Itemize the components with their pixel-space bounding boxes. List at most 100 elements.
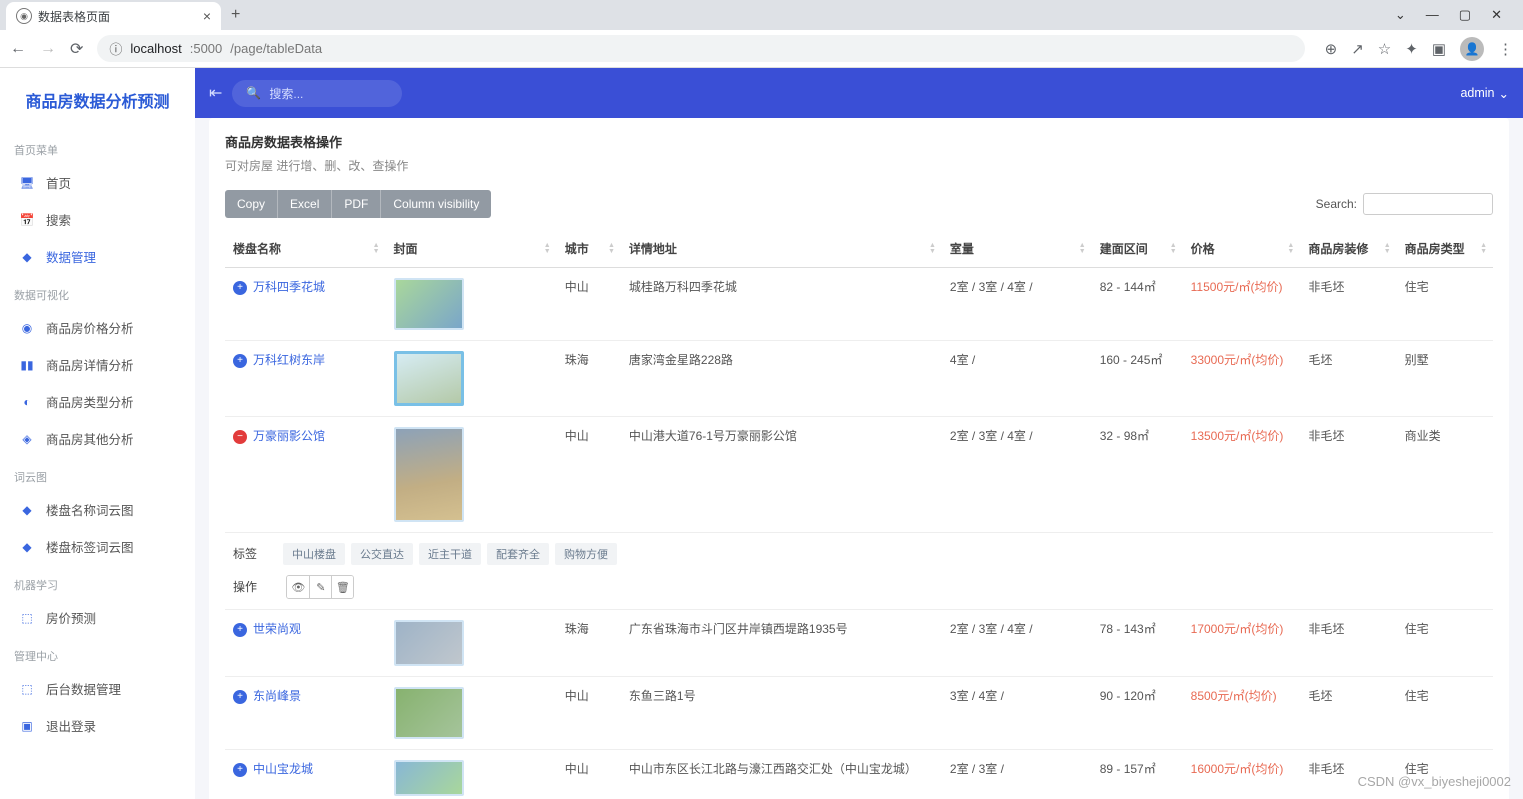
sidebar: 商品房数据分析预测 首页菜单🖥首页📅搜索◆数据管理数据可视化◉商品房价格分析▮▮…: [0, 68, 195, 799]
table-column-header[interactable]: 详情地址▲▼: [621, 230, 942, 268]
tab-bar: ◉ 数据表格页面 × + ⌄ — ▢ ✕: [0, 0, 1523, 30]
forward-button[interactable]: →: [40, 40, 56, 58]
reload-button[interactable]: ⟳: [70, 39, 83, 59]
sidebar-item[interactable]: ◉商品房价格分析: [0, 309, 195, 346]
property-thumbnail: [394, 620, 464, 666]
close-icon[interactable]: ×: [203, 8, 211, 24]
delete-button[interactable]: 🗑: [331, 576, 353, 598]
table-column-header[interactable]: 城市▲▼: [557, 230, 621, 268]
cell-address: 广东省珠海市斗门区井岸镇西堤路1935号: [621, 610, 942, 677]
sidebar-item[interactable]: ▮▮商品房详情分析: [0, 346, 195, 383]
new-tab-button[interactable]: +: [231, 6, 240, 24]
sidebar-item[interactable]: ◆ 楼盘标签词云图: [0, 528, 195, 565]
export-button[interactable]: Excel: [277, 190, 331, 218]
table-column-header[interactable]: 封面▲▼: [386, 230, 557, 268]
translate-icon[interactable]: ⊕: [1325, 40, 1338, 58]
search-input[interactable]: 🔍 搜索...: [232, 80, 402, 107]
export-button[interactable]: PDF: [331, 190, 380, 218]
tag-label: 标签: [233, 545, 283, 562]
cell-area: 89 - 157㎡: [1092, 750, 1183, 799]
property-name-link[interactable]: 中山宝龙城: [253, 762, 313, 776]
property-name-link[interactable]: 东尚峰景: [253, 689, 301, 703]
table-header-row: 楼盘名称▲▼封面▲▼城市▲▼详情地址▲▼室量▲▼建面区间▲▼价格▲▼商品房装修▲…: [225, 230, 1493, 268]
main: ⇤ 🔍 搜索... admin ⌄ 商品房数据表格操作 可对房屋 进行增、删、改…: [195, 68, 1523, 799]
action-label: 操作: [233, 578, 283, 595]
sidebar-item[interactable]: 🖥首页: [0, 164, 195, 201]
panel-icon[interactable]: ▣: [1432, 40, 1446, 58]
table-column-header[interactable]: 商品房装修▲▼: [1300, 230, 1396, 268]
export-button[interactable]: Copy: [225, 190, 277, 218]
expand-toggle[interactable]: +: [233, 623, 247, 637]
expand-toggle[interactable]: +: [233, 281, 247, 295]
extensions-icon[interactable]: ✦: [1405, 40, 1418, 58]
view-button[interactable]: 👁: [287, 576, 309, 598]
sidebar-section-label: 首页菜单: [0, 136, 195, 164]
property-name-link[interactable]: 世荣尚观: [253, 622, 301, 636]
edit-button[interactable]: ✎: [309, 576, 331, 598]
sidebar-item[interactable]: ◐商品房类型分析: [0, 383, 195, 420]
table-row: −万豪丽影公馆 中山 中山港大道76-1号万豪丽影公馆 2室 / 3室 / 4室…: [225, 417, 1493, 533]
minimize-icon[interactable]: —: [1426, 7, 1439, 23]
browser-tab[interactable]: ◉ 数据表格页面 ×: [6, 2, 221, 30]
cell-address: 中山港大道76-1号万豪丽影公馆: [621, 417, 942, 533]
property-tag[interactable]: 公交直达: [351, 543, 413, 565]
menu-icon[interactable]: ⋮: [1498, 40, 1513, 58]
table-column-header[interactable]: 室量▲▼: [942, 230, 1092, 268]
user-menu[interactable]: admin ⌄: [1460, 86, 1509, 101]
other-icon: ◈: [20, 432, 34, 446]
table-row: +东尚峰景 中山 东鱼三路1号 3室 / 4室 / 90 - 120㎡ 8500…: [225, 677, 1493, 750]
cloud-icon: ◆: [20, 540, 34, 554]
sidebar-item[interactable]: ▣退出登录: [0, 707, 195, 744]
property-tag[interactable]: 配套齐全: [487, 543, 549, 565]
sidebar-item[interactable]: ◆楼盘名称词云图: [0, 491, 195, 528]
sidebar-item[interactable]: ⬚房价预测: [0, 599, 195, 636]
brand-title: 商品房数据分析预测: [0, 82, 195, 130]
export-button[interactable]: Column visibility: [380, 190, 491, 218]
data-panel: 商品房数据表格操作 可对房屋 进行增、删、改、查操作 CopyExcelPDFC…: [209, 118, 1509, 799]
property-tag[interactable]: 中山楼盘: [283, 543, 345, 565]
home-icon: 🖥: [20, 176, 34, 190]
chevron-down-icon[interactable]: ⌄: [1395, 7, 1406, 23]
sort-icon: ▲▼: [1287, 243, 1294, 255]
cell-decoration: 毛坯: [1300, 341, 1396, 417]
expand-toggle[interactable]: +: [233, 763, 247, 777]
sidebar-item[interactable]: ◆数据管理: [0, 238, 195, 275]
profile-icon[interactable]: 👤: [1460, 37, 1484, 61]
cell-city: 中山: [557, 268, 621, 341]
bookmark-icon[interactable]: ☆: [1378, 40, 1391, 58]
sidebar-item[interactable]: ⬚后台数据管理: [0, 670, 195, 707]
sidebar-item[interactable]: ◈商品房其他分析: [0, 420, 195, 457]
window-controls: ⌄ — ▢ ✕: [1395, 7, 1517, 23]
cell-rooms: 2室 / 3室 / 4室 /: [942, 268, 1092, 341]
cell-type: 住宅: [1397, 677, 1493, 750]
property-tag[interactable]: 近主干道: [419, 543, 481, 565]
collapse-sidebar-button[interactable]: ⇤: [209, 83, 222, 103]
expand-toggle[interactable]: +: [233, 690, 247, 704]
cell-decoration: 非毛坯: [1300, 750, 1396, 799]
sidebar-item-label: 商品房价格分析: [46, 318, 134, 337]
share-icon[interactable]: ↗: [1351, 40, 1364, 58]
cell-city: 中山: [557, 677, 621, 750]
property-name-link[interactable]: 万科红树东岸: [253, 353, 325, 367]
expand-toggle[interactable]: −: [233, 430, 247, 444]
table-column-header[interactable]: 建面区间▲▼: [1092, 230, 1183, 268]
content-area: 商品房数据表格操作 可对房屋 进行增、删、改、查操作 CopyExcelPDFC…: [195, 118, 1523, 799]
sidebar-item[interactable]: 📅搜索: [0, 201, 195, 238]
table-column-header[interactable]: 楼盘名称▲▼: [225, 230, 386, 268]
property-name-link[interactable]: 万科四季花城: [253, 280, 325, 294]
close-window-icon[interactable]: ✕: [1491, 7, 1502, 23]
search-input-field[interactable]: [1363, 193, 1493, 215]
cell-price: 33000元/㎡(均价): [1183, 341, 1301, 417]
back-button[interactable]: ←: [10, 40, 26, 58]
table-column-header[interactable]: 商品房类型▲▼: [1397, 230, 1493, 268]
property-name-link[interactable]: 万豪丽影公馆: [253, 429, 325, 443]
cell-rooms: 2室 / 3室 /: [942, 750, 1092, 799]
cell-price: 8500元/㎡(均价): [1183, 677, 1301, 750]
url-input[interactable]: ⓘ localhost:5000/page/tableData: [97, 35, 1304, 62]
expand-toggle[interactable]: +: [233, 354, 247, 368]
sidebar-item-label: 楼盘标签词云图: [46, 537, 134, 556]
cell-type: 商业类: [1397, 417, 1493, 533]
property-tag[interactable]: 购物方便: [555, 543, 617, 565]
maximize-icon[interactable]: ▢: [1459, 7, 1471, 23]
table-column-header[interactable]: 价格▲▼: [1183, 230, 1301, 268]
